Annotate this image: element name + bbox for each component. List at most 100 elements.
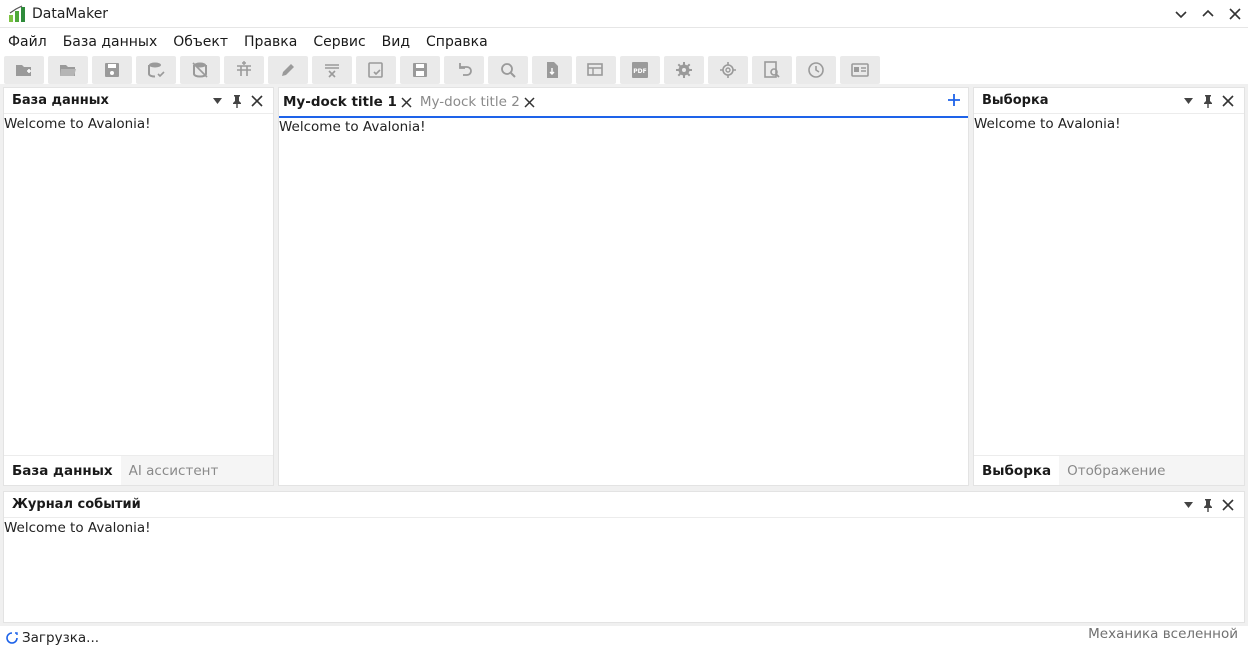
status-bar: Загрузка... Механика вселенной (0, 626, 1248, 650)
edit-button[interactable] (268, 56, 308, 84)
close-icon (524, 96, 535, 108)
edit-pencil-icon (282, 64, 294, 76)
save-check-icon (368, 62, 383, 78)
left-panel-pin-button[interactable] (227, 91, 247, 111)
caret-down-icon (1183, 502, 1193, 508)
right-panel-selection: Выборка Welcome to Avalonia! Выборка Ото… (973, 87, 1245, 486)
save-check-button[interactable] (356, 56, 396, 84)
right-panel-tabs: Выборка Отображение (974, 455, 1244, 485)
save-all-button[interactable] (400, 56, 440, 84)
tab-my-dock-2-label: My-dock title 2 (419, 94, 520, 110)
bottom-panel-pin-button[interactable] (1198, 495, 1218, 515)
database-check-button[interactable] (136, 56, 176, 84)
tab-my-dock-2[interactable]: My-dock title 2 (416, 88, 539, 116)
right-panel-content: Welcome to Avalonia! (974, 116, 1121, 132)
open-folder-button[interactable] (48, 56, 88, 84)
history-icon (808, 62, 824, 78)
add-tab-button[interactable] (944, 90, 964, 110)
right-panel-close-button[interactable] (1218, 91, 1238, 111)
left-panel-menu-button[interactable] (207, 91, 227, 111)
tab-my-dock-2-close[interactable] (524, 96, 535, 108)
database-off-button[interactable] (180, 56, 220, 84)
bottom-panel-close-button[interactable] (1218, 495, 1238, 515)
close-icon (401, 96, 412, 108)
settings-button[interactable] (664, 56, 704, 84)
table-add-button[interactable] (224, 56, 264, 84)
right-panel-header: Выборка (974, 88, 1244, 114)
tab-my-dock-1-close[interactable] (401, 96, 412, 108)
menu-help[interactable]: Справка (426, 34, 488, 50)
menu-object[interactable]: Объект (173, 34, 228, 50)
right-panel-pin-button[interactable] (1198, 91, 1218, 111)
tab-display[interactable]: Отображение (1059, 456, 1244, 485)
center-panel-content: Welcome to Avalonia! (279, 119, 426, 135)
tab-my-dock-1[interactable]: My-dock title 1 (279, 88, 416, 118)
pdf-icon: PDF (632, 62, 648, 78)
save-button[interactable] (92, 56, 132, 84)
status-right-text: Механика вселенной (1088, 626, 1238, 642)
table-edit-icon (587, 63, 603, 76)
settings-outline-button[interactable] (708, 56, 748, 84)
maximize-button[interactable] (1194, 0, 1221, 28)
close-icon (1222, 94, 1234, 107)
id-card-button[interactable] (840, 56, 880, 84)
bottom-panel-title: Журнал событий (12, 497, 141, 512)
undo-icon (459, 63, 472, 76)
window-titlebar: DataMaker (0, 0, 1248, 28)
pin-icon (1204, 94, 1212, 108)
gear-icon (676, 62, 692, 78)
tab-selection[interactable]: Выборка (974, 456, 1060, 485)
close-icon (1228, 7, 1241, 20)
table-remove-icon (325, 64, 339, 78)
bottom-panel-menu-button[interactable] (1178, 495, 1198, 515)
menu-edit[interactable]: Правка (244, 34, 297, 50)
gear-outline-icon (720, 62, 736, 78)
tab-my-dock-1-label: My-dock title 1 (283, 94, 397, 110)
chevron-down-icon (1174, 10, 1187, 18)
save-icon (105, 63, 119, 77)
plus-icon (948, 94, 960, 106)
right-panel-menu-button[interactable] (1178, 91, 1198, 111)
left-panel-close-button[interactable] (247, 91, 267, 111)
svg-text:PDF: PDF (633, 68, 646, 75)
menu-view[interactable]: Вид (382, 34, 410, 50)
menu-database[interactable]: База данных (63, 34, 158, 50)
document-tabs: My-dock title 1 My-dock title 2 (279, 88, 968, 118)
left-panel-database: База данных Welcome to Avalonia! База да… (3, 87, 274, 486)
close-icon (251, 94, 263, 107)
left-panel-title: База данных (12, 93, 109, 108)
table-edit-button[interactable] (576, 56, 616, 84)
tab-database[interactable]: База данных (4, 456, 121, 485)
table-remove-button[interactable] (312, 56, 352, 84)
file-export-icon (547, 62, 558, 78)
status-text: Загрузка... (22, 630, 100, 646)
menu-file[interactable]: Файл (8, 34, 47, 50)
file-export-button[interactable] (532, 56, 572, 84)
undo-button[interactable] (444, 56, 484, 84)
loading-spinner-icon (6, 632, 18, 644)
bottom-panel-header: Журнал событий (4, 492, 1244, 518)
caret-down-icon (1183, 98, 1193, 104)
new-folder-button[interactable] (4, 56, 44, 84)
refresh-search-button[interactable] (488, 56, 528, 84)
document-search-icon (764, 61, 780, 78)
save-all-icon (413, 63, 427, 77)
bottom-panel-event-log: Журнал событий Welcome to Avalonia! (3, 491, 1245, 623)
pin-icon (233, 94, 241, 108)
chevron-up-icon (1201, 9, 1214, 17)
menu-service[interactable]: Сервис (313, 34, 365, 50)
id-card-icon (851, 63, 869, 77)
menu-bar: Файл База данных Объект Правка Сервис Ви… (0, 28, 1248, 56)
tab-ai-assistant[interactable]: AI ассистент (120, 456, 273, 485)
pdf-button[interactable]: PDF (620, 56, 660, 84)
open-folder-icon (60, 65, 76, 76)
history-button[interactable] (796, 56, 836, 84)
table-add-icon (237, 61, 251, 76)
database-off-icon (192, 62, 208, 78)
close-icon (1222, 498, 1234, 511)
pin-icon (1204, 498, 1212, 512)
minimize-button[interactable] (1167, 0, 1194, 28)
document-search-button[interactable] (752, 56, 792, 84)
caret-down-icon (212, 98, 222, 104)
close-window-button[interactable] (1221, 0, 1248, 28)
